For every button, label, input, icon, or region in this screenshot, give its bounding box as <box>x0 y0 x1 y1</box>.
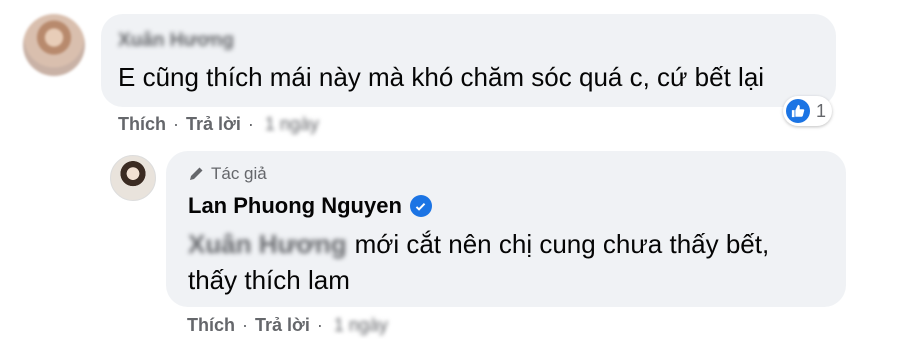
reaction-count: 1 <box>816 100 827 121</box>
comment-text: E cũng thích mái này mà khó chăm sóc quá… <box>118 62 765 92</box>
author-tag-label: Tác giả <box>211 164 267 183</box>
separator-dot: · <box>242 315 248 335</box>
author-tag: Tác giả <box>188 164 267 184</box>
reply-author-name[interactable]: Lan Phuong Nguyen <box>188 193 402 219</box>
pen-icon <box>190 167 203 180</box>
like-reaction-icon <box>786 99 810 123</box>
author-avatar[interactable] <box>110 155 156 201</box>
reply-actions: Thích · Trả lời · 1 ngày <box>187 315 388 336</box>
comment-actions: Thích · Trả lời · 1 ngày <box>118 114 319 135</box>
reply-text: Xuân Hương mới cắt nên chị cung chưa thấy… <box>188 226 828 298</box>
separator-dot: · <box>247 114 254 134</box>
like-button[interactable]: Thích <box>187 315 235 336</box>
like-button[interactable]: Thích <box>118 114 166 135</box>
reaction-summary[interactable]: 1 <box>783 96 833 126</box>
mention-tag[interactable]: Xuân Hương <box>188 229 347 259</box>
comment-timestamp[interactable]: 1 ngày <box>265 114 319 135</box>
separator-dot: · <box>173 114 179 134</box>
reply-button[interactable]: Trả lời <box>255 315 310 336</box>
reply-timestamp[interactable]: 1 ngày <box>334 315 388 336</box>
reply-author: Lan Phuong Nguyen <box>188 193 432 219</box>
separator-dot: · <box>316 315 323 335</box>
comment-bubble <box>101 14 836 107</box>
commenter-avatar[interactable] <box>23 14 85 76</box>
reply-text-line1: mới cắt nên chị cung chưa thấy bết, <box>354 229 770 259</box>
comment-author-name[interactable]: Xuân Hương <box>118 30 234 52</box>
verified-badge-icon <box>409 195 432 217</box>
reply-text-line2: thấy thích lam <box>188 265 350 295</box>
reply-button[interactable]: Trả lời <box>186 114 241 135</box>
